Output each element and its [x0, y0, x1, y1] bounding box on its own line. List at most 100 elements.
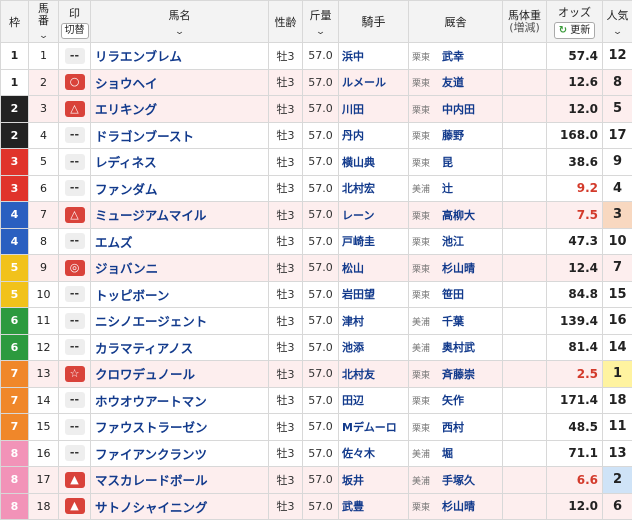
- mark-dash[interactable]: --: [64, 418, 85, 435]
- mark-cell[interactable]: --: [58, 386, 91, 414]
- mark-cell[interactable]: ◎: [58, 254, 91, 282]
- horse-name-link[interactable]: ファウストラーゼン: [90, 413, 269, 441]
- horse-name-link[interactable]: ホウオウアートマン: [90, 386, 269, 414]
- mark-cell[interactable]: ☆: [58, 360, 91, 388]
- mark-dash[interactable]: --: [64, 286, 85, 303]
- trainer-link[interactable]: 堀: [442, 447, 453, 460]
- jockey-link[interactable]: レーン: [338, 201, 409, 229]
- trainer-link[interactable]: 奥村武: [442, 341, 475, 354]
- table-row[interactable]: 5 9 ◎ ジョバンニ 牡3 57.0 松山 栗東 杉山晴 12.4 7: [0, 254, 632, 282]
- header-umaban[interactable]: 馬番 ⌄: [28, 0, 59, 43]
- horse-name-link[interactable]: レディネス: [90, 148, 269, 176]
- mark-dash[interactable]: --: [64, 180, 85, 197]
- horse-name-link[interactable]: ニシノエージェント: [90, 307, 269, 335]
- mark-dash[interactable]: --: [64, 312, 85, 329]
- jockey-link[interactable]: 北村友: [338, 360, 409, 388]
- jockey-link[interactable]: 戸崎圭: [338, 227, 409, 255]
- jockey-link[interactable]: 佐々木: [338, 439, 409, 467]
- jockey-link[interactable]: 浜中: [338, 42, 409, 70]
- mark-cell[interactable]: ○: [58, 68, 91, 96]
- mark-icon[interactable]: ○: [64, 74, 85, 91]
- mark-icon[interactable]: ☆: [64, 365, 85, 382]
- jockey-link[interactable]: 池添: [338, 333, 409, 361]
- mark-cell[interactable]: --: [58, 439, 91, 467]
- jockey-link[interactable]: 北村宏: [338, 174, 409, 202]
- mark-cell[interactable]: --: [58, 413, 91, 441]
- table-row[interactable]: 1 1 -- リラエンブレム 牡3 57.0 浜中 栗東 武幸 57.4 12: [0, 42, 632, 70]
- table-row[interactable]: 8 16 -- ファイアンクランツ 牡3 57.0 佐々木 美浦堀 71.1 13: [0, 439, 632, 467]
- horse-name-link[interactable]: ミュージアムマイル: [90, 201, 269, 229]
- header-horse-name[interactable]: 馬名 ⌄: [90, 0, 269, 43]
- trainer-link[interactable]: 西村: [442, 421, 464, 434]
- trainer-link[interactable]: 中内田: [442, 103, 475, 116]
- table-row[interactable]: 4 7 △ ミュージアムマイル 牡3 57.0 レーン 栗東 高柳大 7.5 3: [0, 201, 632, 229]
- table-row[interactable]: 7 13 ☆ クロワデュノール 牡3 57.0 北村友 栗東 斉藤崇 2.5 1: [0, 360, 632, 388]
- table-row[interactable]: 6 12 -- カラマティアノス 牡3 57.0 池添 美浦 奥村武 81.4 14: [0, 333, 632, 361]
- jockey-link[interactable]: 武豊: [338, 492, 409, 520]
- horse-name-link[interactable]: トッピボーン: [90, 280, 269, 308]
- horse-name-link[interactable]: ショウヘイ: [90, 68, 269, 96]
- table-row[interactable]: 2 3 △ エリキング 牡3 57.0 川田 栗東 中内田 12.0 5: [0, 95, 632, 123]
- jockey-link[interactable]: 坂井: [338, 466, 409, 494]
- mark-dash[interactable]: --: [64, 445, 85, 462]
- trainer-link[interactable]: 昆: [442, 156, 453, 169]
- header-kinryo[interactable]: 斤量 ⌄: [302, 0, 339, 43]
- jockey-link[interactable]: 津村: [338, 307, 409, 335]
- table-row[interactable]: 1 2 ○ ショウヘイ 牡3 57.0 ルメール 栗東 友道 12.6 8: [0, 68, 632, 96]
- mark-dash[interactable]: --: [64, 47, 85, 64]
- trainer-link[interactable]: 斉藤崇: [442, 368, 475, 381]
- jockey-link[interactable]: 松山: [338, 254, 409, 282]
- header-popularity[interactable]: 人気 ⌄: [602, 0, 632, 43]
- table-row[interactable]: 8 18 ▲ サトノシャイニング 牡3 57.0 武豊 栗東 杉山晴 12.0 6: [0, 492, 632, 520]
- jockey-link[interactable]: 横山典: [338, 148, 409, 176]
- mark-cell[interactable]: △: [58, 95, 91, 123]
- mark-cell[interactable]: --: [58, 227, 91, 255]
- horse-name-link[interactable]: ジョバンニ: [90, 254, 269, 282]
- jockey-link[interactable]: 川田: [338, 95, 409, 123]
- mark-dash[interactable]: --: [64, 339, 85, 356]
- trainer-link[interactable]: 矢作: [442, 394, 464, 407]
- mark-cell[interactable]: --: [58, 148, 91, 176]
- jockey-link[interactable]: 田辺: [338, 386, 409, 414]
- mark-cell[interactable]: ▲: [58, 492, 91, 520]
- update-button[interactable]: ↻ 更新: [553, 22, 596, 39]
- trainer-link[interactable]: 千葉: [442, 315, 464, 328]
- mark-cell[interactable]: --: [58, 307, 91, 335]
- table-row[interactable]: 7 14 -- ホウオウアートマン 牡3 57.0 田辺 栗東 矢作 171.4 18: [0, 386, 632, 414]
- horse-name-link[interactable]: カラマティアノス: [90, 333, 269, 361]
- table-row[interactable]: 4 8 -- エムズ 牡3 57.0 戸崎圭 栗東 池江 47.3 10: [0, 227, 632, 255]
- horse-name-link[interactable]: ドラゴンブースト: [90, 121, 269, 149]
- mark-dash[interactable]: --: [64, 127, 85, 144]
- horse-name-link[interactable]: サトノシャイニング: [90, 492, 269, 520]
- table-row[interactable]: 7 15 -- ファウストラーゼン 牡3 57.0 Mデムーロ 栗東 西村 48.5 11: [0, 413, 632, 441]
- trainer-link[interactable]: 藤野: [442, 129, 464, 142]
- horse-name-link[interactable]: マスカレードボール: [90, 466, 269, 494]
- jockey-link[interactable]: 岩田望: [338, 280, 409, 308]
- trainer-link[interactable]: 武幸: [442, 50, 464, 63]
- jockey-link[interactable]: 丹内: [338, 121, 409, 149]
- mark-dash[interactable]: --: [64, 233, 85, 250]
- horse-name-link[interactable]: クロワデュノール: [90, 360, 269, 388]
- mark-cell[interactable]: --: [58, 280, 91, 308]
- table-row[interactable]: 3 5 -- レディネス 牡3 57.0 横山典 栗東昆 38.6 9: [0, 148, 632, 176]
- horse-name-link[interactable]: ファイアンクランツ: [90, 439, 269, 467]
- horse-name-link[interactable]: エムズ: [90, 227, 269, 255]
- trainer-link[interactable]: 笹田: [442, 288, 464, 301]
- mark-cell[interactable]: △: [58, 201, 91, 229]
- table-row[interactable]: 8 17 ▲ マスカレードボール 牡3 57.0 坂井 美浦 手塚久 6.6 2: [0, 466, 632, 494]
- horse-name-link[interactable]: リラエンブレム: [90, 42, 269, 70]
- trainer-link[interactable]: 池江: [442, 235, 464, 248]
- mark-dash[interactable]: --: [64, 153, 85, 170]
- mark-dash[interactable]: --: [64, 392, 85, 409]
- jockey-link[interactable]: Mデムーロ: [338, 413, 409, 441]
- mark-cell[interactable]: --: [58, 174, 91, 202]
- table-row[interactable]: 2 4 -- ドラゴンブースト 牡3 57.0 丹内 栗東 藤野 168.0 17: [0, 121, 632, 149]
- mark-icon[interactable]: ▲: [64, 471, 85, 488]
- jockey-link[interactable]: ルメール: [338, 68, 409, 96]
- trainer-link[interactable]: 高柳大: [442, 209, 475, 222]
- mark-cell[interactable]: --: [58, 121, 91, 149]
- mark-icon[interactable]: △: [64, 206, 85, 223]
- horse-name-link[interactable]: ファンダム: [90, 174, 269, 202]
- mark-cell[interactable]: --: [58, 42, 91, 70]
- table-row[interactable]: 5 10 -- トッピボーン 牡3 57.0 岩田望 栗東 笹田 84.8 15: [0, 280, 632, 308]
